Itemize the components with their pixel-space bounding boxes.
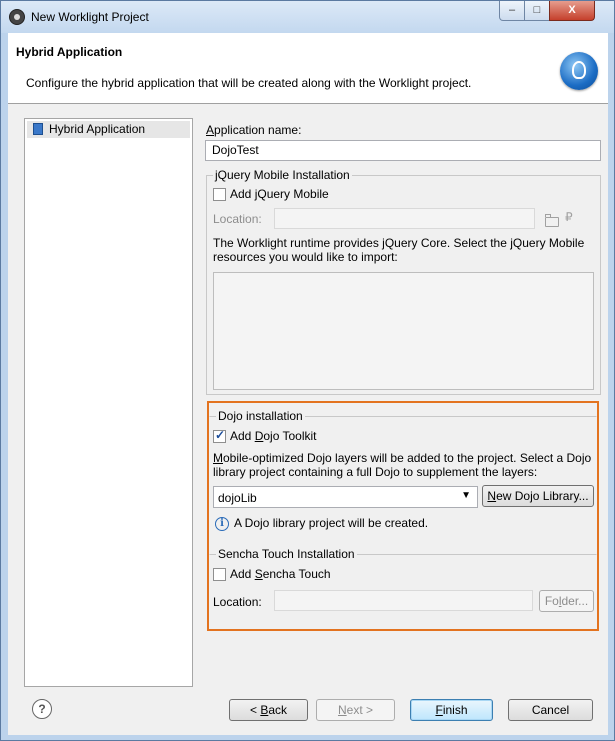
jquery-resources-list[interactable] xyxy=(213,272,594,390)
jquery-location-label: Location: xyxy=(213,212,262,226)
help-icon[interactable]: ? xyxy=(32,699,52,719)
minimize-button[interactable]: – xyxy=(499,1,525,21)
app-name-input[interactable]: DojoTest xyxy=(205,140,601,161)
wizard-banner: Hybrid Application Configure the hybrid … xyxy=(8,33,608,104)
tree-item-label: Hybrid Application xyxy=(49,122,146,136)
dialog-window: New Worklight Project – □ X Hybrid Appli… xyxy=(0,0,615,741)
tree-item-hybrid-application[interactable]: Hybrid Application xyxy=(27,121,190,138)
next-button[interactable]: Next > xyxy=(316,699,395,721)
page-title: Hybrid Application xyxy=(16,45,123,59)
browse-folder-icon[interactable] xyxy=(545,214,559,227)
worklight-logo-icon xyxy=(560,52,598,90)
highlight-annotation xyxy=(207,401,599,631)
app-name-label: Application name: xyxy=(206,123,302,137)
dialog-client-area: Hybrid Application Configure the hybrid … xyxy=(8,33,608,735)
maximize-button[interactable]: □ xyxy=(524,1,550,21)
application-icon xyxy=(33,123,43,135)
variables-icon[interactable]: ₽ xyxy=(565,210,575,224)
finish-button[interactable]: Finish xyxy=(410,699,493,721)
jquery-location-input[interactable] xyxy=(274,208,535,229)
close-button[interactable]: X xyxy=(549,1,595,21)
window-title: New Worklight Project xyxy=(31,10,149,24)
back-button[interactable]: < Back xyxy=(229,699,308,721)
jquery-checkbox[interactable] xyxy=(213,188,226,201)
page-tree: Hybrid Application xyxy=(24,118,193,687)
jquery-info-text: The Worklight runtime provides jQuery Co… xyxy=(213,236,585,264)
page-description: Configure the hybrid application that wi… xyxy=(26,76,472,90)
jquery-group-title: jQuery Mobile Installation xyxy=(213,168,352,182)
title-bar: New Worklight Project – □ X xyxy=(1,1,614,33)
eclipse-app-icon xyxy=(9,9,25,25)
jquery-checkbox-label[interactable]: Add jQuery Mobile xyxy=(230,187,329,201)
cancel-button[interactable]: Cancel xyxy=(508,699,593,721)
